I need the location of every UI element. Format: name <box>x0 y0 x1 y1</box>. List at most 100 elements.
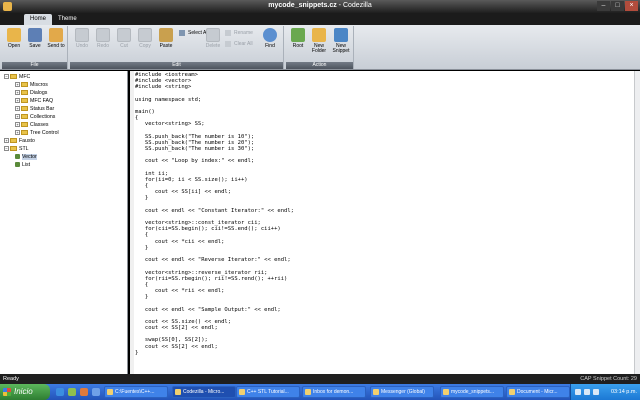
taskbar-button[interactable]: C++ STL Tutorial... <box>236 386 300 398</box>
clock: 03:14 p.m. <box>611 389 637 395</box>
start-button[interactable]: Inicio <box>0 384 50 400</box>
minimize-button[interactable]: – <box>597 1 610 11</box>
quicklaunch-folder-icon[interactable] <box>92 388 100 396</box>
tree-node-label: List <box>22 162 31 168</box>
tab-theme[interactable]: Theme <box>52 14 83 25</box>
system-tray: 03:14 p.m. <box>570 384 640 400</box>
close-button[interactable]: × <box>625 1 638 11</box>
snippet-count: CAP Snippet Count: 29 <box>580 376 637 382</box>
tray-security-icon[interactable] <box>593 389 599 395</box>
tree-node[interactable]: + MFC FAQ <box>15 97 53 105</box>
tray-network-icon[interactable] <box>575 389 581 395</box>
folder-icon <box>21 130 28 136</box>
file-group-label: File <box>2 62 67 69</box>
expand-icon[interactable]: + <box>15 122 20 128</box>
folder-icon <box>21 90 28 96</box>
tray-volume-icon[interactable] <box>584 389 590 395</box>
tree-node-label: Fausto <box>19 138 35 144</box>
new-snippet-button[interactable]: New Snippet <box>330 28 352 54</box>
quicklaunch-media-icon[interactable] <box>80 388 88 396</box>
folder-icon <box>21 106 28 112</box>
code-line: } <box>135 349 139 356</box>
code-text[interactable]: #include <iostream> #include <vector> #inc… <box>135 72 294 356</box>
tree-node[interactable]: + Classes <box>15 121 48 129</box>
maximize-button[interactable]: □ <box>611 1 624 11</box>
tree-node[interactable]: + Tree Control <box>15 129 59 137</box>
new-folder-button[interactable]: New Folder <box>308 28 330 54</box>
ribbon: Open Save Send to File Undo Redo Cut Cop… <box>0 25 640 70</box>
tree-node[interactable]: − STL <box>4 145 29 153</box>
tree-node[interactable]: + Dialogs <box>15 89 47 97</box>
root-icon <box>291 28 305 42</box>
taskbar-button[interactable]: Document - Micr... <box>506 386 570 398</box>
window-title: mycode_snippets.cz - Codezilla <box>0 2 640 9</box>
taskbar-button[interactable]: Messenger (Global) <box>370 386 434 398</box>
window-title-file: mycode_snippets.cz <box>268 2 337 9</box>
send-to-button[interactable]: Send to <box>45 28 67 49</box>
redo-button[interactable]: Redo <box>92 28 114 49</box>
code-line: for(cii=SS.begin(); cii!=SS.end(); cii++… <box>135 226 281 233</box>
tree-node[interactable]: + Collections <box>15 113 55 121</box>
taskbar: Inicio C:\Fuentes\C++... Codezilla - Micr… <box>0 384 640 400</box>
code-line: cout << endl << "Constant Iterator:" << … <box>135 207 294 214</box>
tree-node-label: Status Bar <box>30 106 55 112</box>
clear-all-button[interactable]: Clear All <box>225 40 253 48</box>
cut-button[interactable]: Cut <box>113 28 135 49</box>
folder-icon <box>21 98 28 104</box>
status-bar: Ready CAP Snippet Count: 29 <box>0 374 640 384</box>
tree-node-label: MFC <box>19 74 31 80</box>
open-folder-icon <box>7 28 21 42</box>
scissors-icon <box>117 28 131 42</box>
taskbar-button[interactable]: Codezilla - Micro... <box>172 386 236 398</box>
tree-node[interactable]: + Fausto <box>4 137 35 145</box>
folder-icon <box>21 114 28 120</box>
expand-icon[interactable]: + <box>15 90 20 96</box>
collapse-icon[interactable]: − <box>4 74 9 80</box>
magnifier-icon <box>263 28 277 42</box>
expand-icon[interactable]: + <box>15 114 20 120</box>
open-button[interactable]: Open <box>3 28 25 49</box>
copy-button[interactable]: Copy <box>134 28 156 49</box>
folder-icon <box>10 146 17 152</box>
undo-icon <box>75 28 89 42</box>
paste-button[interactable]: Paste <box>155 28 177 49</box>
save-button[interactable]: Save <box>24 28 46 49</box>
code-line: for(rii=SS.rbegin(); rii!=SS.rend(); ++r… <box>135 275 288 282</box>
window-title-app: Codezilla <box>342 2 372 9</box>
quicklaunch-desktop-icon[interactable] <box>68 388 76 396</box>
code-editor[interactable]: #include <iostream> #include <vector> #inc… <box>130 71 640 374</box>
snippet-icon <box>15 154 20 160</box>
tree-node[interactable]: + Miscros <box>15 81 48 89</box>
find-button[interactable]: Find <box>259 28 281 49</box>
tree-node-label: Collections <box>30 114 56 120</box>
delete-button[interactable]: Delete <box>202 28 224 49</box>
tree-node-label: MFC FAQ <box>30 98 54 104</box>
expand-icon[interactable]: + <box>15 106 20 112</box>
envelope-icon <box>49 28 63 42</box>
tree-node[interactable]: − MFC <box>4 73 30 81</box>
tree-node[interactable]: + Status Bar <box>15 105 54 113</box>
folder-icon <box>21 82 28 88</box>
tree-node[interactable]: Vector <box>15 153 37 161</box>
rename-button[interactable]: Rename <box>225 29 253 37</box>
undo-button[interactable]: Undo <box>71 28 93 49</box>
expand-icon[interactable]: + <box>15 130 20 136</box>
expand-icon[interactable]: + <box>15 82 20 88</box>
collapse-icon[interactable]: − <box>4 146 9 152</box>
expand-icon[interactable]: + <box>4 138 9 144</box>
action-group-label: Action <box>286 62 353 69</box>
action-group: Root New Folder New Snippet Action <box>286 26 354 69</box>
ribbon-tabs: Home Theme <box>0 13 640 25</box>
editor-scrollbar[interactable] <box>634 71 640 374</box>
quicklaunch-ie-icon[interactable] <box>56 388 64 396</box>
taskbar-button[interactable]: C:\Fuentes\C++... <box>104 386 168 398</box>
taskbar-button[interactable]: Inbox for demon... <box>302 386 366 398</box>
expand-icon[interactable]: + <box>15 98 20 104</box>
snippet-icon <box>15 162 20 168</box>
tab-home[interactable]: Home <box>24 14 53 25</box>
new-folder-icon <box>312 28 326 42</box>
tree-node[interactable]: List <box>15 161 30 169</box>
tree-node-label: Dialogs <box>30 90 48 96</box>
taskbar-button[interactable]: mycode_snippets... <box>440 386 504 398</box>
root-button[interactable]: Root <box>287 28 309 49</box>
